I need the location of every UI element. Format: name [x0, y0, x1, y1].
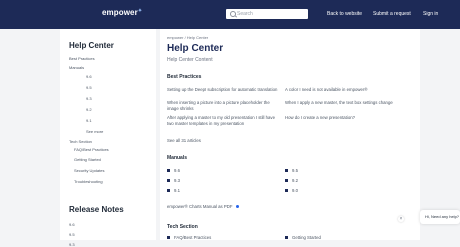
sidebar-item-tech-section[interactable]: Tech Section	[69, 139, 92, 144]
article-link[interactable]: After applying a master to my old presen…	[167, 115, 279, 126]
tech-item[interactable]: Getting Started	[285, 235, 321, 240]
empower-logo[interactable]: empower✦	[102, 8, 142, 17]
sidebar-item-getting-started[interactable]: Getting Started	[74, 157, 101, 162]
sidebar-item-manuals[interactable]: Manuals	[69, 65, 84, 70]
release-item-9-6[interactable]: 9.6	[69, 222, 75, 227]
sidebar-item-faq[interactable]: FAQ/Best Practices	[74, 147, 109, 152]
document-icon	[167, 189, 170, 193]
document-icon	[285, 189, 288, 193]
document-icon	[167, 169, 170, 173]
article-link[interactable]: Setting up the DeepI subscription for au…	[167, 87, 279, 93]
sidebar-item-security-updates[interactable]: Security Updates	[74, 168, 104, 173]
main-content: empower / Help Center Help Center Help C…	[160, 29, 420, 240]
sidebar-item-9-2[interactable]: 9.2	[86, 107, 92, 112]
document-icon	[285, 179, 288, 183]
chat-label: Hi, Need any help?	[425, 214, 460, 219]
chat-close-icon[interactable]: ×	[398, 216, 404, 222]
tech-section-heading[interactable]: Tech Section	[167, 224, 198, 230]
sidebar-item-9-5[interactable]: 9.5	[86, 85, 92, 90]
pdf-icon	[235, 205, 239, 209]
search-icon	[230, 11, 236, 17]
charts-manual-pdf-link[interactable]: empower® Charts Manual as PDF	[167, 204, 239, 209]
document-icon	[285, 236, 288, 240]
best-practices-heading[interactable]: Best Practices	[167, 74, 201, 80]
breadcrumb[interactable]: empower / Help Center	[167, 35, 208, 40]
sidebar: Help Center Best Practices Manuals 9.6 9…	[60, 29, 156, 247]
manual-item[interactable]: 9.0	[285, 188, 298, 193]
sidebar-item-9-6[interactable]: 9.6	[86, 74, 92, 79]
sign-in-link[interactable]: Sign in	[423, 11, 438, 17]
article-link[interactable]: When inserting a picture into a picture …	[167, 100, 279, 111]
release-item-9-3[interactable]: 9.3	[69, 242, 75, 247]
article-link[interactable]: How do I create a new presentation?	[285, 115, 397, 121]
see-all-articles-link[interactable]: See all 31 articles	[167, 138, 201, 143]
sidebar-item-troubleshooting[interactable]: Troubleshooting	[74, 179, 103, 184]
chat-widget[interactable]: Hi, Need any help?	[420, 210, 460, 224]
release-item-9-5[interactable]: 9.5	[69, 232, 75, 237]
search-input[interactable]: Search	[226, 9, 308, 19]
sidebar-item-best-practices[interactable]: Best Practices	[69, 56, 95, 61]
sidebar-title: Help Center	[69, 41, 114, 50]
manuals-heading[interactable]: Manuals	[167, 155, 187, 161]
release-notes-title: Release Notes	[69, 205, 124, 214]
document-icon	[167, 179, 170, 183]
sidebar-item-9-1[interactable]: 9.1	[86, 118, 92, 123]
manual-item[interactable]: 9.6	[167, 168, 180, 173]
article-link[interactable]: A color I need is not available in empow…	[285, 87, 397, 93]
sidebar-item-see-more[interactable]: See more	[86, 129, 103, 134]
manual-item[interactable]: 9.5	[285, 168, 298, 173]
search-placeholder: Search	[237, 11, 253, 17]
tech-item[interactable]: FAQ/Best Practices	[167, 235, 211, 240]
article-link[interactable]: When I apply a new master, the text box …	[285, 100, 397, 106]
logo-spark-icon: ✦	[137, 8, 143, 14]
page-title: Help Center	[167, 43, 224, 54]
manual-item[interactable]: 9.1	[167, 188, 180, 193]
manual-item[interactable]: 9.2	[285, 178, 298, 183]
manual-item[interactable]: 9.3	[167, 178, 180, 183]
document-icon	[285, 169, 288, 173]
sidebar-item-9-3[interactable]: 9.3	[86, 96, 92, 101]
document-icon	[167, 236, 170, 240]
back-to-website-link[interactable]: Back to website	[327, 11, 362, 17]
submit-request-link[interactable]: Submit a request	[373, 11, 411, 17]
top-navigation-bar: empower✦ Search Back to website Submit a…	[0, 0, 460, 29]
page-subtitle: Help Center Content	[167, 57, 213, 63]
